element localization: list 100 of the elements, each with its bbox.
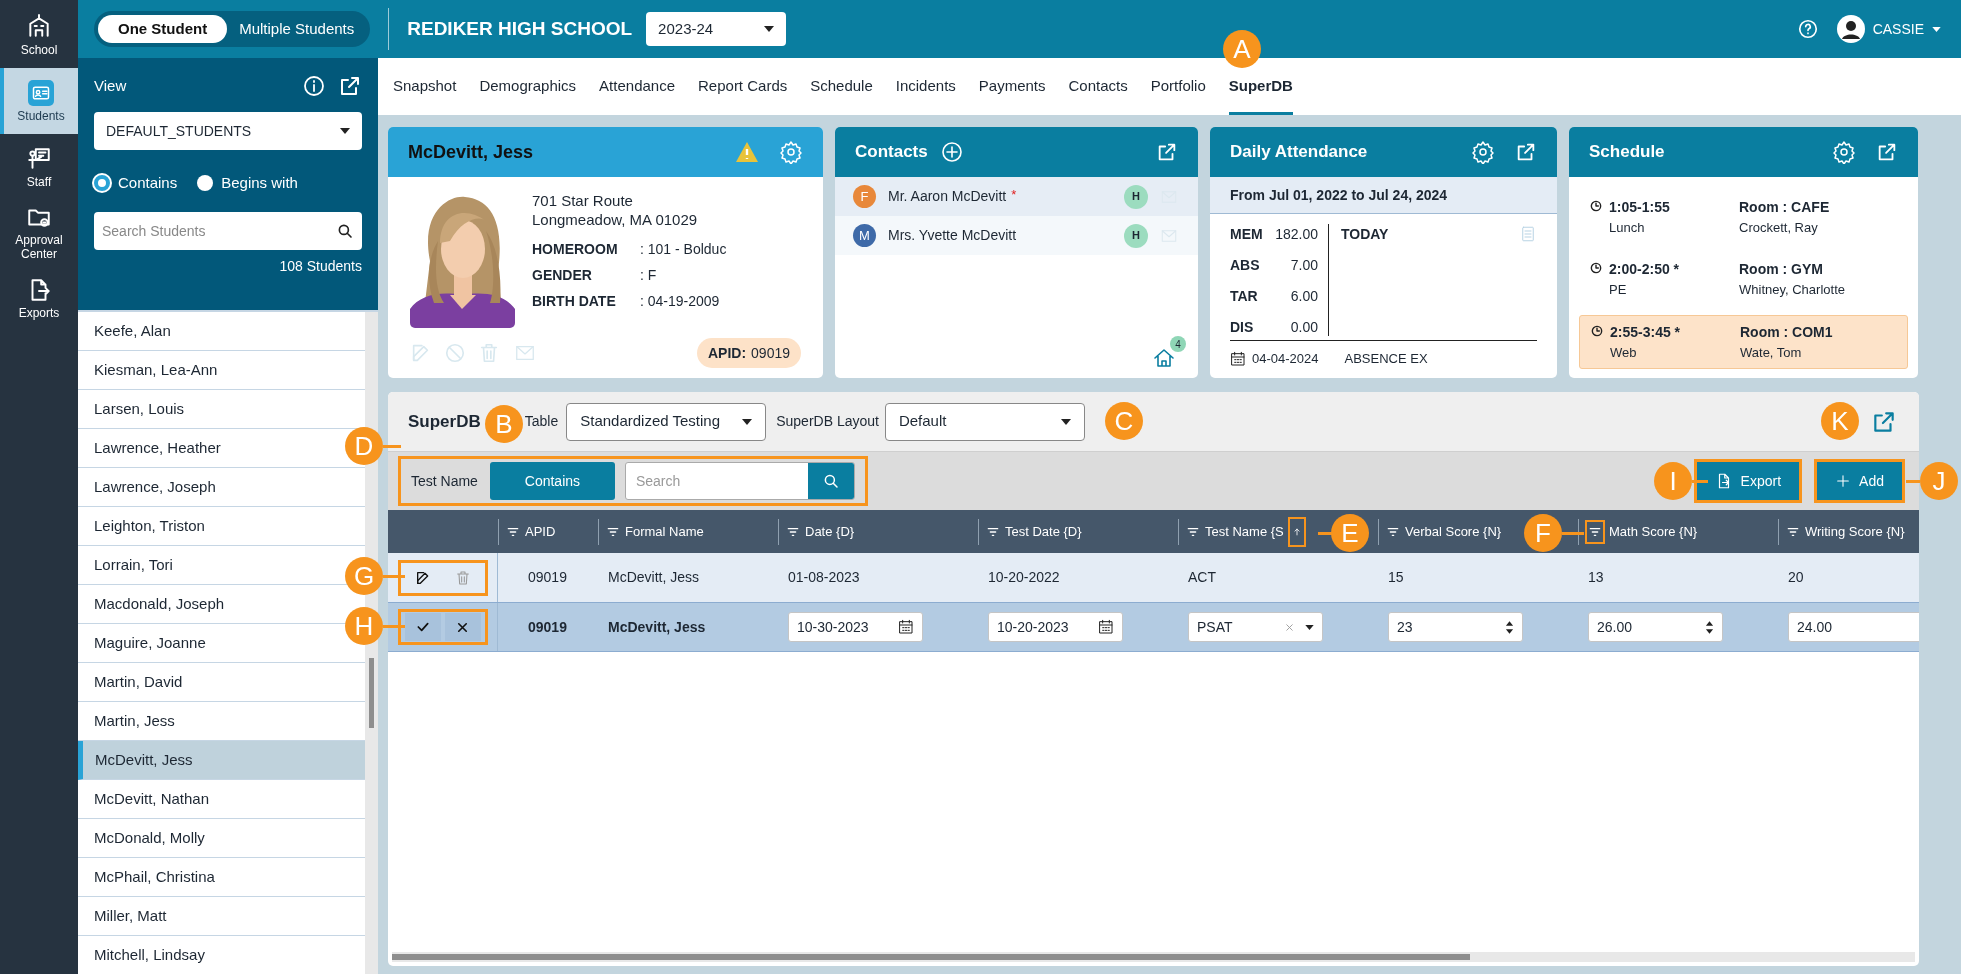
radio-button[interactable] (197, 175, 214, 191)
search-input[interactable]: Search (625, 463, 808, 499)
rail-item[interactable]: Staff (0, 136, 78, 198)
tab[interactable]: Incidents (895, 72, 956, 115)
date-field[interactable]: 10-20-2023 (988, 612, 1123, 642)
room-name: Room : GYM (1739, 260, 1824, 279)
tab[interactable]: Demographics (479, 72, 577, 115)
search-field[interactable]: Search (624, 462, 855, 500)
export-button[interactable]: Export (1693, 459, 1803, 503)
rail-item[interactable]: School (0, 4, 78, 66)
tab[interactable]: Snapshot (393, 72, 457, 115)
scrollbar-thumb[interactable] (392, 954, 1470, 960)
rail-item[interactable]: Approval Center (0, 198, 78, 267)
rail-label: Students (17, 108, 65, 123)
student-list-item[interactable]: Leighton, Triston (78, 507, 338, 545)
student-list-item[interactable]: Keefe, Alan (78, 312, 338, 350)
student-list-item[interactable]: Maguire, Joanne (78, 624, 338, 662)
radio-option[interactable]: Begins with (197, 171, 298, 195)
student-list-item[interactable]: McDevitt, Nathan (78, 780, 338, 818)
schedule-period[interactable]: 2:00-2:50 * PE Room : GYM Whitney, Charlotte (1579, 253, 1908, 305)
test-select[interactable]: PSAT (1188, 612, 1323, 642)
table-select[interactable]: Standardized Testing (566, 402, 767, 441)
tab[interactable]: Payments (978, 72, 1046, 115)
scrollbar-thumb[interactable] (369, 658, 374, 728)
year-select[interactable]: 2023-24 (646, 12, 787, 46)
field-value: : F (640, 266, 658, 285)
card-title: Schedule (1589, 141, 1666, 164)
table-cell-text: 01-08-2023 (787, 568, 861, 587)
student-list-item[interactable]: Larsen, Louis (78, 390, 338, 428)
search-button[interactable] (807, 463, 854, 499)
add-button[interactable]: Add (1814, 459, 1905, 503)
column-header[interactable]: APID (498, 518, 598, 545)
column-header[interactable]: Date {D} (778, 518, 978, 545)
student-list-item[interactable]: Martin, David (78, 663, 338, 701)
mode-button[interactable]: Contains (489, 462, 615, 500)
number-field[interactable]: 23 (1388, 612, 1523, 642)
schedule-period[interactable]: 1:05-1:55 Lunch Room : CAFE Crockett, Ray (1579, 191, 1908, 243)
student-list-item[interactable]: Lawrence, Joseph (78, 468, 338, 506)
card-title: Contacts (855, 141, 928, 164)
cancel-button[interactable] (444, 613, 481, 641)
radio-button[interactable] (94, 175, 110, 191)
column-header[interactable]: Formal Name (598, 518, 778, 545)
trash-icon (478, 342, 500, 364)
radio-option[interactable]: Contains (94, 171, 178, 195)
column-header[interactable]: Math Score {N} (1578, 518, 1778, 545)
layout-select[interactable]: Default (884, 402, 1085, 441)
rail-item[interactable]: Students (0, 68, 78, 134)
student-list-item[interactable]: Mitchell, Lindsay (78, 936, 338, 974)
mode-option[interactable]: One Student (98, 15, 228, 43)
student-list-item[interactable]: Martin, Jess (78, 702, 338, 740)
spinner-icon[interactable] (1705, 619, 1714, 635)
column-header[interactable]: Writing Score {N} (1778, 518, 1919, 545)
student-list-item[interactable]: Lorrain, Tori (78, 546, 338, 584)
student-list-item[interactable]: Miller, Matt (78, 897, 338, 935)
school-icon (26, 13, 52, 40)
tab[interactable]: SuperDB (1228, 72, 1293, 115)
search-input[interactable]: Search Students (102, 220, 336, 242)
field-label: BIRTH DATE (532, 292, 617, 311)
tab[interactable]: Contacts (1068, 72, 1128, 115)
external-link-icon (1156, 141, 1178, 163)
number-field[interactable]: 26.00 (1588, 612, 1723, 642)
view-label: View (94, 75, 128, 96)
column-header[interactable]: Test Date {D} (978, 518, 1178, 545)
school-name: REDIKER HIGH SCHOOL (407, 16, 633, 41)
tab[interactable]: Attendance (599, 72, 675, 115)
student-list-item[interactable]: McDonald, Molly (78, 819, 338, 857)
mode-option[interactable]: Multiple Students (227, 15, 367, 43)
trash-icon (454, 569, 471, 586)
notepad-icon (1519, 224, 1537, 244)
date-field[interactable]: 10-30-2023 (788, 612, 923, 642)
contact-row[interactable]: M Mrs. Yvette McDevitt H (835, 216, 1198, 255)
apid-badge: APID: 09019 (696, 338, 801, 368)
tab[interactable]: Schedule (810, 72, 873, 115)
avatar-icon[interactable] (1836, 15, 1865, 43)
calendar-icon (1230, 350, 1246, 367)
number-field[interactable]: 24.00 (1788, 612, 1919, 642)
user-menu[interactable]: CASSIE (1872, 18, 1941, 40)
contact-row[interactable]: F Mr. Aaron McDevitt * H (835, 177, 1198, 216)
spinner-icon[interactable] (1505, 619, 1514, 635)
view-select[interactable]: DEFAULT_STUDENTS (94, 112, 362, 150)
calendar-icon (898, 619, 914, 635)
schedule-period[interactable]: 2:55-3:45 * Web Room : COM1 Wate, Tom (1579, 315, 1908, 369)
student-list-item[interactable]: Macdonald, Joseph (78, 585, 338, 623)
period-time: 1:05-1:55 (1609, 198, 1670, 217)
tab[interactable]: Portfolio (1150, 72, 1206, 115)
rail-item[interactable]: Exports (0, 267, 78, 329)
student-list-item[interactable]: McPhail, Christina (78, 858, 338, 896)
stat-label: ABS (1230, 256, 1261, 275)
household-button[interactable]: 4 (1152, 336, 1186, 370)
contact-badge: H (1124, 223, 1148, 248)
rail-label: Approval Center (14, 233, 64, 261)
student-list-item[interactable]: McDevitt, Jess (78, 741, 365, 780)
warning-icon[interactable] (735, 141, 759, 163)
tab[interactable]: Report Cards (698, 72, 788, 115)
student-list-item[interactable]: Lawrence, Heather (78, 429, 338, 467)
panel-title: SuperDB (408, 410, 481, 433)
search-field[interactable]: Search Students (94, 212, 362, 250)
student-list-item[interactable]: Kiesman, Lea-Ann (78, 351, 338, 389)
save-button[interactable] (404, 613, 441, 641)
callout-marker: J (1920, 462, 1958, 500)
